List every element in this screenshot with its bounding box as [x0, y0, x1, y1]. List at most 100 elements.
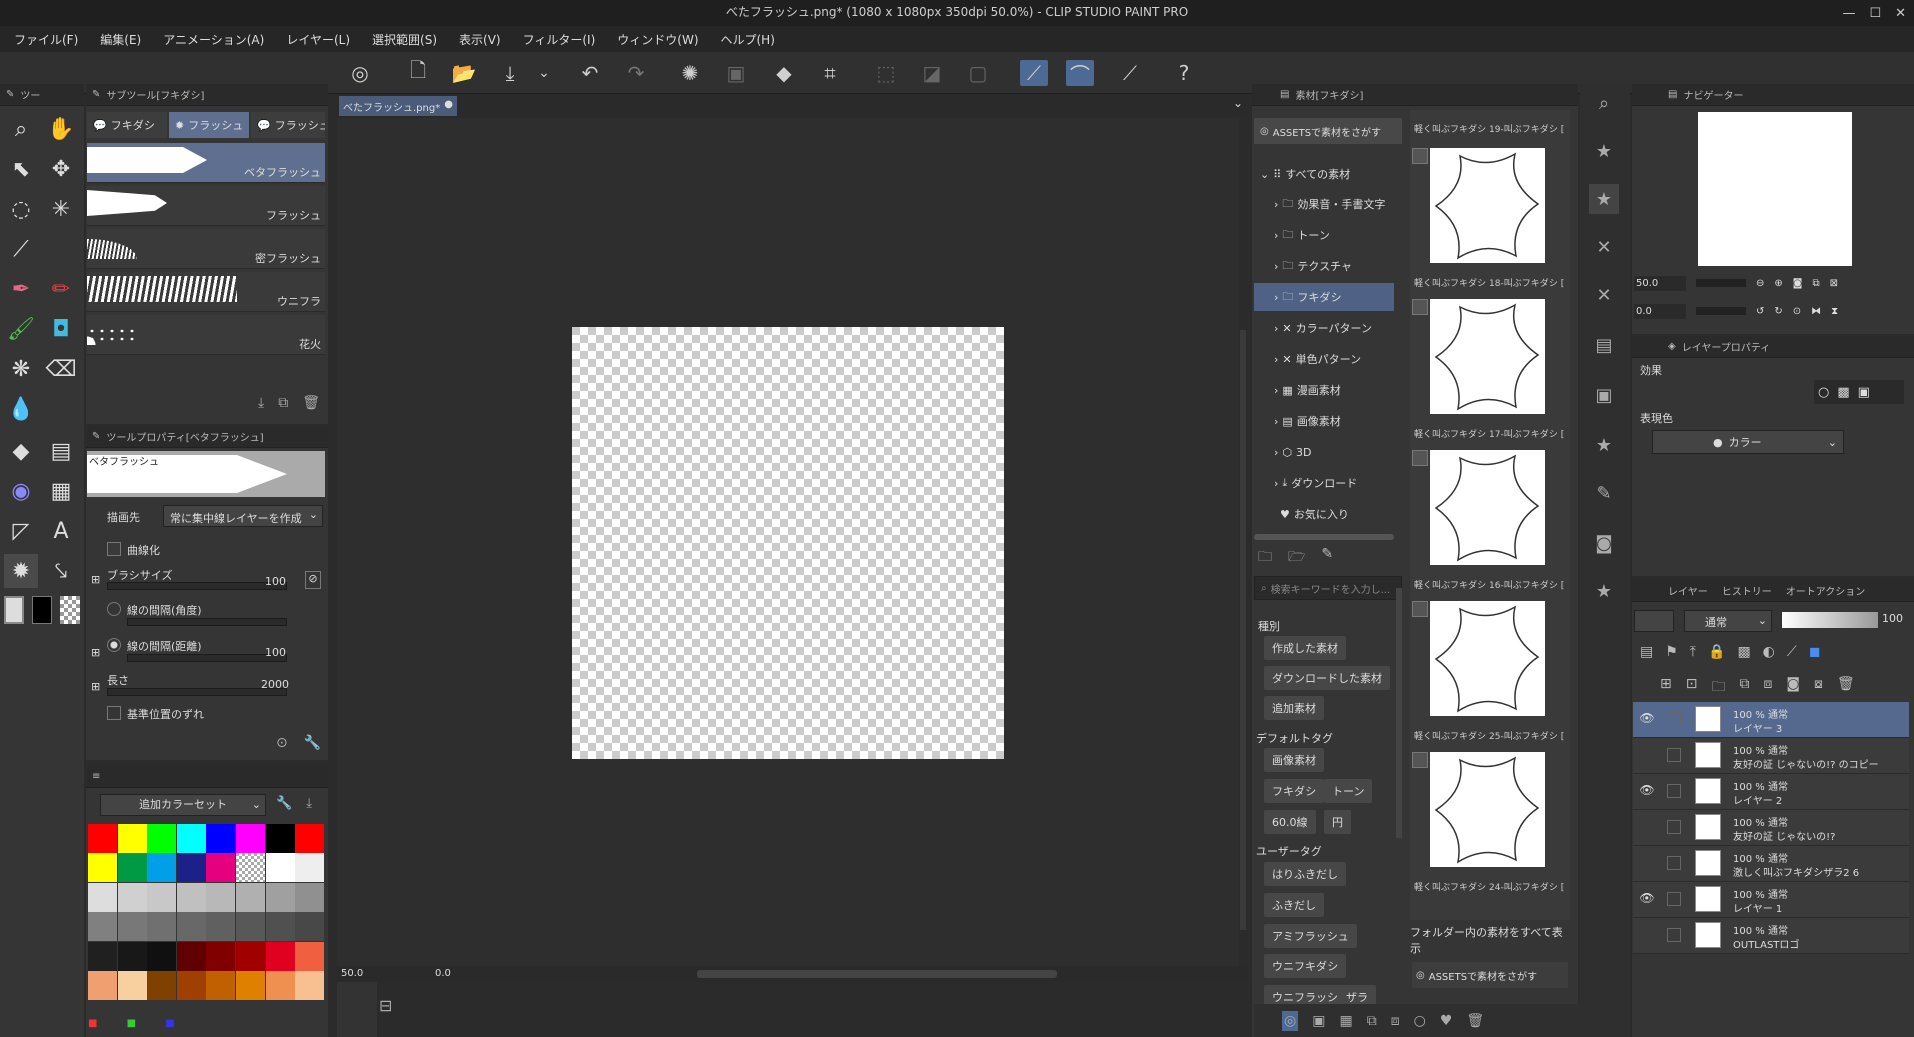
tag-added[interactable]: 追加素材	[1264, 696, 1324, 720]
distance-slider[interactable]	[127, 654, 287, 662]
deselect-icon[interactable]: ⬚	[872, 60, 900, 86]
reset-rotate-icon[interactable]: ⊙	[1793, 306, 1801, 317]
material-folder[interactable]: › 🗀 フキダシ	[1254, 283, 1394, 311]
layer-row[interactable]: 👁 100 % 通常 レイヤー 3	[1633, 702, 1909, 738]
angle-radio[interactable]	[107, 602, 121, 616]
fit-icon[interactable]: ◙	[1793, 278, 1803, 289]
layer-lock-toggle[interactable]	[1667, 856, 1681, 870]
redo-icon[interactable]: ↷	[622, 60, 650, 86]
color-swatch[interactable]	[206, 912, 236, 942]
rotate-value[interactable]: 0.0	[435, 968, 451, 979]
lock-icon[interactable]: 🔒	[1708, 644, 1725, 660]
edit-icon[interactable]: ✎	[1321, 546, 1333, 570]
tag-fukidashi[interactable]: フキダシ	[1264, 779, 1325, 803]
blend-mode-select[interactable]: 通常 ⌄	[1684, 610, 1772, 632]
plus-icon[interactable]: ⊞	[91, 573, 100, 586]
help-icon[interactable]: ?	[1170, 60, 1198, 86]
tab-flash[interactable]: ✹ フラッシュ	[169, 112, 249, 138]
menu-filter[interactable]: フィルター(I)	[523, 31, 596, 48]
ruler-icon[interactable]: ⟋	[1787, 644, 1797, 660]
move-tool-icon[interactable]: ✥	[44, 152, 78, 186]
color-swatch[interactable]	[236, 824, 265, 853]
search-icon[interactable]: ⌕	[1589, 88, 1619, 118]
chevron-down-icon[interactable]: ⌄	[530, 60, 558, 86]
rotate-left-icon[interactable]: ↺	[1756, 306, 1764, 317]
color-swatch[interactable]	[117, 941, 147, 971]
canvas-document[interactable]	[572, 327, 1004, 759]
tone-effect-icon[interactable]: ▩	[1837, 385, 1849, 400]
eye-icon[interactable]	[1639, 747, 1655, 763]
color-swatch[interactable]	[147, 824, 177, 853]
layer-lock-toggle[interactable]	[1667, 928, 1681, 942]
tag-60-lines[interactable]: 60.0線	[1264, 810, 1316, 834]
maximize-icon[interactable]: ☐	[1869, 6, 1881, 21]
color-swatch[interactable]	[236, 971, 265, 1000]
color-swatch[interactable]	[88, 853, 117, 883]
close-icon[interactable]: ✕	[1895, 6, 1906, 21]
material-folder[interactable]: › ✕ カラーパターン	[1254, 314, 1394, 342]
layer-row[interactable]: 👁 100 % 通常 レイヤー 1	[1633, 882, 1909, 918]
mask-add-icon[interactable]: ◙	[1786, 676, 1800, 700]
tree-scrollbar[interactable]	[1254, 534, 1394, 540]
menu-view[interactable]: 表示(V)	[459, 31, 501, 48]
color-swatch[interactable]	[265, 971, 295, 1000]
color-swatch[interactable]	[117, 882, 147, 912]
color-swatch[interactable]	[176, 853, 206, 883]
color-swatch[interactable]	[117, 912, 147, 942]
color-swatch[interactable]	[206, 882, 236, 912]
material-icon[interactable]: ✎	[1589, 478, 1619, 508]
color-swatch[interactable]	[176, 824, 206, 853]
material-folder[interactable]: › 🗀 効果音・手書文字	[1254, 190, 1394, 218]
material-icon[interactable]: ▣	[1589, 380, 1619, 410]
trash-icon[interactable]: 🗑	[1837, 676, 1855, 700]
tab-flash-2[interactable]: 💬 フラッシュ	[251, 112, 325, 138]
eye-icon[interactable]: 👁	[1639, 891, 1655, 907]
color-swatch[interactable]	[265, 824, 295, 853]
layer-lock-toggle[interactable]	[1667, 784, 1681, 798]
color-swatch[interactable]	[265, 853, 295, 883]
tag-user[interactable]: はりふきだし	[1264, 862, 1346, 886]
ruler-tool-icon[interactable]: ◸	[4, 514, 38, 548]
menu-animation[interactable]: アニメーション(A)	[163, 31, 264, 48]
layer-color-select[interactable]	[1634, 610, 1674, 632]
fit-window-icon[interactable]: ⊠	[1830, 278, 1838, 289]
navigator-rotate-value[interactable]: 0.0	[1634, 303, 1686, 319]
trash-icon[interactable]: 🗑	[302, 395, 320, 411]
zoom-tool-icon[interactable]: ⌕	[4, 112, 38, 146]
decoration-tool-icon[interactable]: ❋	[4, 352, 38, 386]
camera-icon[interactable]: ◙	[1589, 528, 1619, 558]
color-swatch[interactable]	[236, 941, 265, 971]
new-file-icon[interactable]: 🗋	[404, 58, 432, 86]
tag-tone[interactable]: トーン	[1324, 779, 1373, 803]
apply-mask-icon[interactable]: ⧇	[1814, 676, 1823, 700]
clip-layer-icon[interactable]: ▤	[1640, 644, 1653, 660]
navigator-preview[interactable]	[1698, 112, 1852, 266]
download-icon[interactable]: ⤓	[306, 796, 312, 811]
snap-special-ruler-icon[interactable]: ⌒	[1066, 60, 1094, 87]
layer-color-icon[interactable]: ▣	[1858, 385, 1870, 400]
assets-search-button[interactable]: ◎ ASSETSで素材をさがす	[1254, 118, 1402, 144]
navigator-zoom-slider[interactable]	[1696, 279, 1746, 287]
lock-transparent-icon[interactable]: ▩	[1737, 644, 1750, 660]
horizontal-scrollbar[interactable]	[697, 970, 1057, 978]
material-thumbnail[interactable]	[1430, 450, 1545, 565]
assets-search-button-2[interactable]: ◎ ASSETSで素材をさがす	[1412, 962, 1568, 988]
material-folder[interactable]: › ▤ 画像素材	[1254, 407, 1394, 435]
new-vector-icon[interactable]: ⊡	[1686, 676, 1698, 700]
open-file-icon[interactable]: 📂	[450, 60, 478, 86]
distance-radio[interactable]	[107, 638, 121, 652]
brush-item[interactable]: 密フラッシュ	[87, 229, 325, 269]
menu-help[interactable]: ヘルプ(H)	[721, 31, 775, 48]
brush-item[interactable]: ウニフラ	[87, 272, 325, 312]
tag-user[interactable]: アミフラッシュ	[1264, 924, 1357, 948]
menu-window[interactable]: ウィンドウ(W)	[617, 31, 698, 48]
material-search-input[interactable]: ⌕ 検索キーワードを入力し...	[1254, 576, 1402, 600]
layer-row[interactable]: 100 % 通常 OUTLASTロゴ	[1633, 918, 1909, 954]
color-swatch[interactable]	[265, 882, 295, 912]
color-swatch[interactable]	[147, 971, 177, 1000]
layer-lock-toggle[interactable]	[1667, 892, 1681, 906]
material-icon[interactable]: ✕	[1589, 232, 1619, 262]
snap-ruler-icon[interactable]: ⟋	[1020, 60, 1048, 86]
color-swatch[interactable]	[88, 941, 117, 971]
object-tool-icon[interactable]: ⬉	[4, 152, 38, 186]
